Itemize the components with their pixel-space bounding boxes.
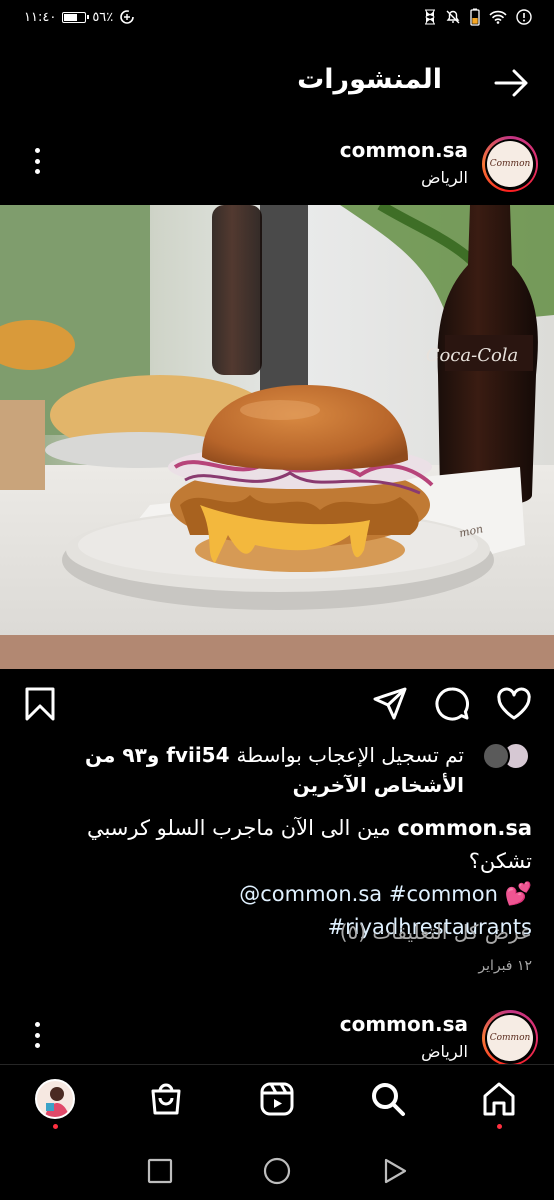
story-ring[interactable]: Common <box>482 1010 538 1066</box>
battery-icon <box>62 11 90 23</box>
post-location[interactable]: الرياض <box>421 168 468 187</box>
post-location[interactable]: الرياض <box>421 1042 468 1061</box>
reels-icon <box>260 1082 294 1116</box>
post-image[interactable]: Coca-Cola mon <box>0 205 554 669</box>
liker-username[interactable]: fvii54 <box>166 743 229 767</box>
post-header: Common common.sa الرياض <box>0 136 554 200</box>
comment-icon[interactable] <box>434 686 470 722</box>
notification-dot <box>52 1124 58 1129</box>
post-username[interactable]: common.sa <box>340 1012 468 1036</box>
page-title: المنشورات <box>297 64 442 95</box>
home-button-icon[interactable] <box>262 1156 292 1186</box>
bottom-navigation <box>0 1064 554 1140</box>
recent-apps-icon[interactable] <box>145 1156 175 1186</box>
caption-tags[interactable]: @common.sa #common <box>239 882 498 906</box>
hourglass-icon <box>425 9 435 25</box>
logo-text: Common <box>489 1033 531 1043</box>
svg-text:Coca-Cola: Coca-Cola <box>426 345 519 366</box>
likes-summary[interactable]: تم تسجيل الإعجاب بواسطة fvii54 و٩٣ من ال… <box>20 740 530 804</box>
alert-icon <box>516 9 532 25</box>
nav-profile[interactable] <box>33 1077 77 1129</box>
post-username[interactable]: common.sa <box>340 138 468 162</box>
status-left: ١١:٤٠ ٥٦٪ <box>24 9 135 25</box>
status-bar: ١١:٤٠ ٥٦٪ <box>0 0 554 36</box>
caption-username[interactable]: common.sa <box>397 816 532 840</box>
more-options-icon[interactable] <box>26 1020 48 1050</box>
page-header: المنشورات <box>0 60 554 106</box>
liker-avatar <box>482 742 510 770</box>
story-ring[interactable]: Common <box>482 136 538 192</box>
back-button-icon[interactable] <box>380 1156 410 1186</box>
notification-dot <box>496 1124 502 1129</box>
avatar: Common <box>487 1015 533 1061</box>
more-options-icon[interactable] <box>26 146 48 176</box>
clock: ١١:٤٠ <box>24 9 57 25</box>
data-saver-icon <box>120 10 135 24</box>
profile-avatar <box>35 1079 75 1119</box>
bookmark-icon[interactable] <box>22 686 58 722</box>
battery-saver-icon <box>470 8 480 26</box>
search-icon <box>372 1083 405 1116</box>
nav-shop[interactable] <box>144 1077 188 1121</box>
two-hearts-icon: 💕 <box>504 882 532 907</box>
battery-percent: ٥٦٪ <box>92 9 114 25</box>
likes-prefix: تم تسجيل الإعجاب بواسطة <box>236 743 464 767</box>
likes-text: تم تسجيل الإعجاب بواسطة fvii54 و٩٣ من ال… <box>24 740 464 800</box>
heart-icon[interactable] <box>496 686 532 722</box>
view-all-comments[interactable]: عرض كل التعليقات (٥) <box>340 920 532 944</box>
system-navigation <box>0 1140 554 1200</box>
nav-home[interactable] <box>477 1077 521 1129</box>
logo-text: Common <box>489 159 531 169</box>
arrow-right-icon[interactable] <box>492 66 532 100</box>
burger-photo: Coca-Cola mon <box>0 205 554 669</box>
nav-reels[interactable] <box>255 1077 299 1121</box>
send-icon[interactable] <box>372 686 408 722</box>
status-right <box>424 8 532 26</box>
shopping-bag-icon <box>151 1083 181 1115</box>
nav-search[interactable] <box>366 1077 410 1121</box>
mute-icon <box>446 10 460 24</box>
avatar: Common <box>487 141 533 187</box>
wifi-icon <box>489 10 507 24</box>
post-actions <box>0 686 554 722</box>
home-icon <box>483 1082 515 1116</box>
post-date: ١٢ فبراير <box>478 958 532 974</box>
liker-avatars <box>478 742 530 772</box>
